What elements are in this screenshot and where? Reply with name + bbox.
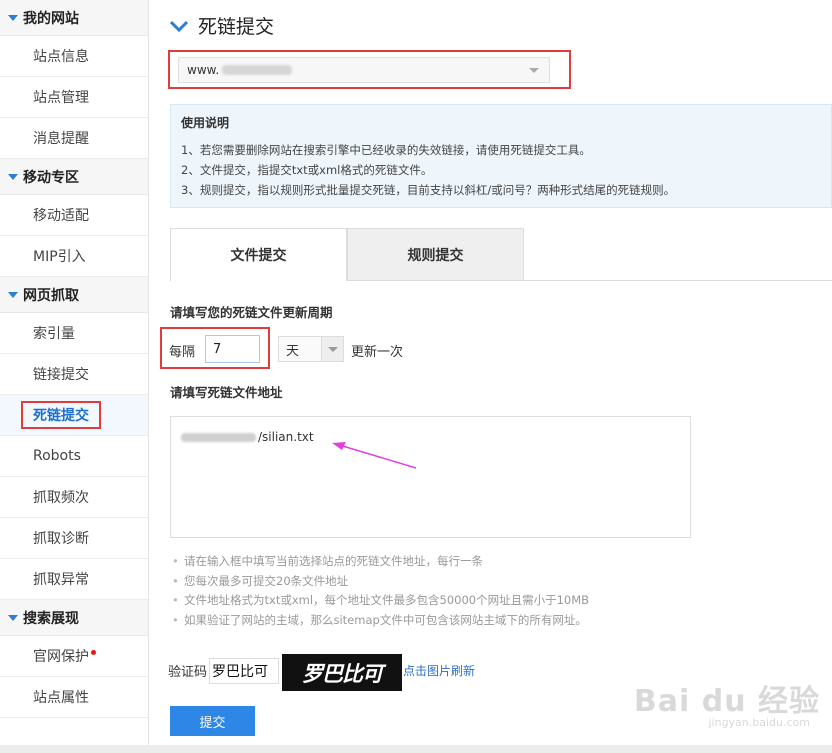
sidebar-item-mip[interactable]: MIP引入: [0, 236, 148, 277]
url-label: 请填写死链文件地址: [170, 385, 283, 400]
caret-down-icon: [8, 614, 18, 621]
sidebar-item-crawl-frequency[interactable]: 抓取频次: [0, 477, 148, 518]
sidebar-item-mobile-adapt[interactable]: 移动适配: [0, 195, 148, 236]
captcha-refresh-link[interactable]: 点击图片刷新: [403, 662, 475, 679]
sidebar-section-mobile[interactable]: 移动专区: [0, 159, 148, 195]
sidebar-item-site-info[interactable]: 站点信息: [0, 36, 148, 77]
caret-down-icon: [8, 14, 18, 21]
blurred-domain: [181, 433, 256, 442]
main-content: 死链提交 www. 使用说明 1、若您需要删除网站在搜索引擎中已经收录的失效链接…: [150, 0, 832, 753]
captcha-row: 验证码 罗巴比可 点击图片刷新: [168, 652, 475, 691]
tab-file-submit[interactable]: 文件提交: [170, 228, 347, 281]
captcha-input[interactable]: [209, 657, 280, 684]
site-select-highlight: www.: [168, 50, 571, 89]
every-label: 每隔: [169, 345, 196, 360]
blurred-domain: [222, 65, 293, 75]
usage-instructions: 使用说明 1、若您需要删除网站在搜索引擎中已经收录的失效链接，请使用死链提交工具…: [170, 104, 832, 208]
sidebar-item-messages[interactable]: 消息提醒: [0, 118, 148, 159]
period-label: 请填写您的死链文件更新周期: [170, 305, 333, 320]
sidebar-item-crawl-errors[interactable]: 抓取异常: [0, 559, 148, 600]
submit-tabs: 文件提交 规则提交: [170, 228, 524, 281]
deadlink-url-textarea[interactable]: /silian.txt: [170, 416, 691, 538]
baidu-watermark: Bai du 经验: [633, 684, 820, 719]
list-item: 如果验证了网站的主域，那么sitemap文件中可包含该网站主域下的所有网址。: [172, 611, 589, 631]
sidebar-item-official-protect[interactable]: 官网保护: [0, 636, 148, 677]
baidu-watermark-url: jingyan.baidu.com: [708, 716, 810, 729]
list-item: 您每次最多可提交20条文件地址: [172, 572, 589, 592]
captcha-image[interactable]: 罗巴比可: [282, 654, 403, 691]
period-unit-select[interactable]: 天: [278, 336, 344, 362]
notification-dot: [91, 650, 96, 655]
sidebar-item-index[interactable]: 索引量: [0, 313, 148, 354]
submit-button[interactable]: 提交: [170, 706, 255, 736]
sidebar: 我的网站 站点信息 站点管理 消息提醒 移动专区 移动适配 MIP引入 网页抓取…: [0, 0, 149, 753]
list-item: 文件地址格式为txt或xml，每个地址文件最多包含50000个网址且需小于10M…: [172, 591, 589, 611]
sidebar-item-site-attributes[interactable]: 站点属性: [0, 677, 148, 718]
sidebar-section-my-site[interactable]: 我的网站: [0, 0, 148, 36]
dropdown-arrow-icon: [529, 68, 539, 73]
caret-down-icon: [8, 173, 18, 180]
page-title: 死链提交: [198, 16, 275, 38]
check-chevron-icon: [170, 20, 188, 32]
submit-notes: 请在输入框中填写当前选择站点的死链文件地址，每行一条 您每次最多可提交20条文件…: [172, 552, 589, 630]
site-select[interactable]: www.: [178, 57, 550, 83]
sidebar-item-link-submit[interactable]: 链接提交: [0, 354, 148, 395]
tab-rule-submit[interactable]: 规则提交: [347, 228, 524, 281]
sidebar-item-crawl-diagnose[interactable]: 抓取诊断: [0, 518, 148, 559]
page-header: 死链提交: [170, 12, 274, 39]
sidebar-item-robots[interactable]: Robots: [0, 436, 148, 477]
caret-down-icon: [8, 291, 18, 298]
update-once-label: 更新一次: [351, 345, 404, 360]
sidebar-item-deadlink-submit[interactable]: 死链提交: [0, 395, 148, 436]
tab-divider: [524, 280, 832, 281]
sidebar-section-search-display[interactable]: 搜索展现: [0, 600, 148, 636]
period-input[interactable]: [205, 335, 260, 363]
list-item: 请在输入框中填写当前选择站点的死链文件地址，每行一条: [172, 552, 589, 572]
bottom-scrollbar[interactable]: [0, 745, 832, 753]
sidebar-item-site-manage[interactable]: 站点管理: [0, 77, 148, 118]
sidebar-section-crawl[interactable]: 网页抓取: [0, 277, 148, 313]
captcha-label: 验证码: [168, 665, 208, 680]
annotation-arrow-icon: [332, 442, 417, 469]
dropdown-arrow-icon: [321, 337, 343, 361]
